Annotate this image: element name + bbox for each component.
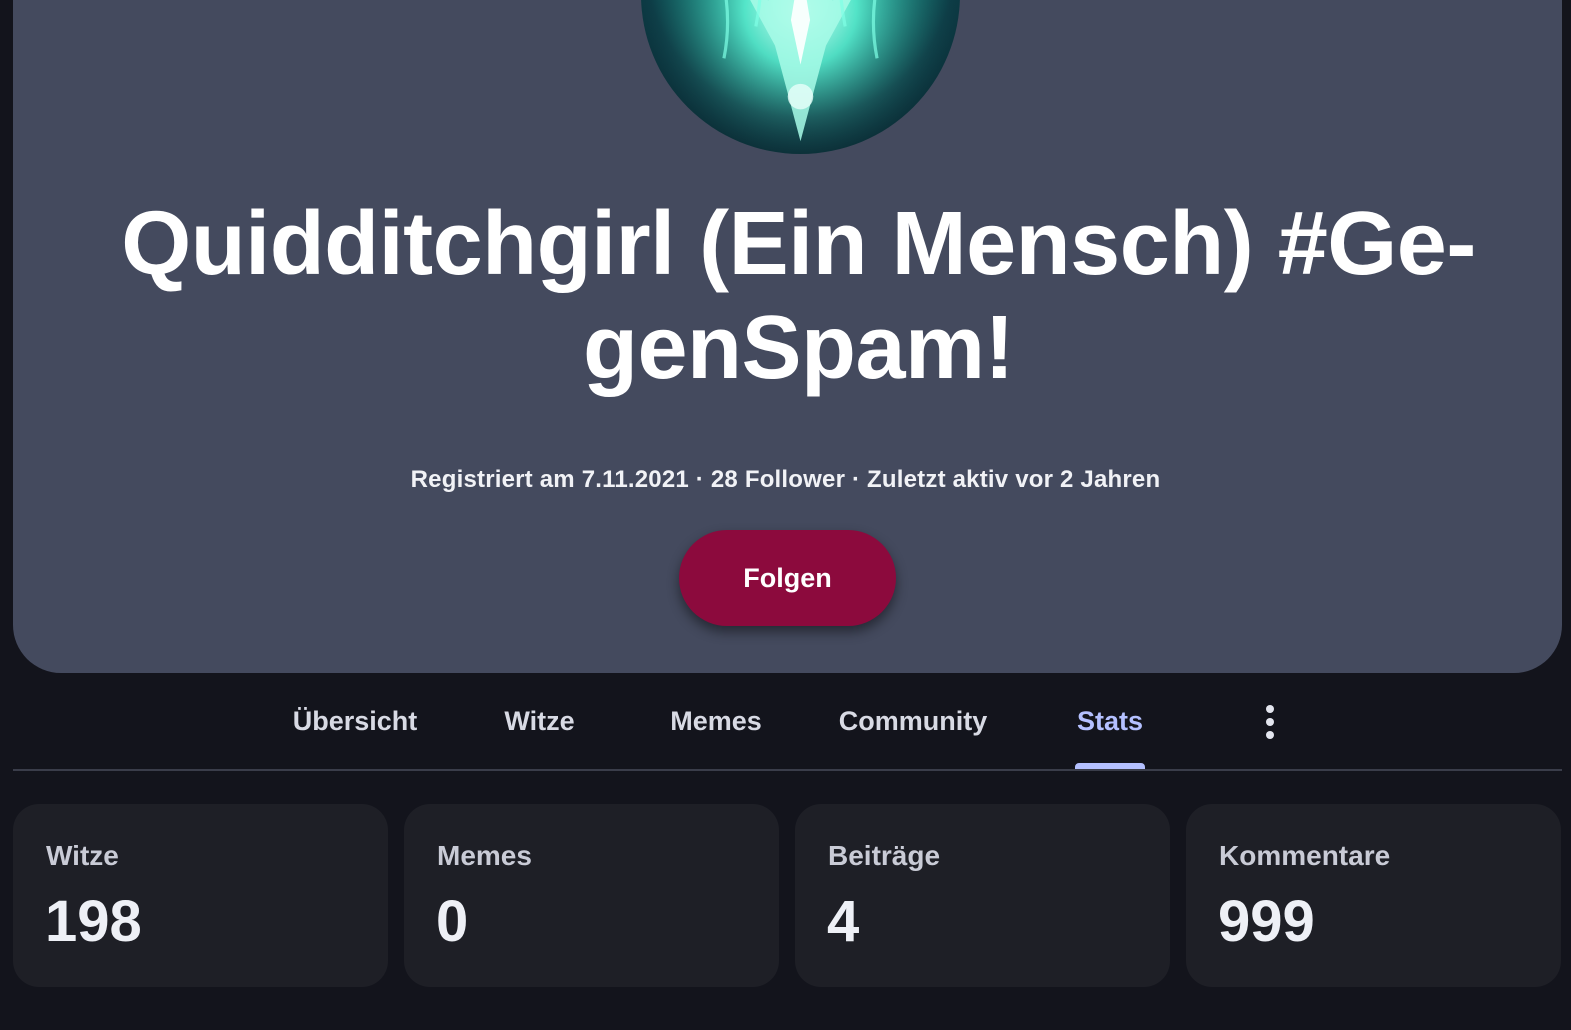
stat-card-beitraege: Beiträge 4 [795,804,1170,987]
wolf-avatar-icon [641,0,960,154]
profile-tabs: Übersicht Witze Memes Community Stats [13,673,1562,771]
active-tab-indicator [1075,763,1145,769]
stat-value: 198 [45,889,142,954]
profile-name: Quidditchgirl (Ein Mensch) #Ge-genSpam! [121,194,1476,398]
more-dot [1266,731,1274,739]
more-vertical-icon[interactable] [1245,697,1295,747]
profile-meta: Registriert am 7.11.2021 · 28 Follower ·… [410,466,1161,493]
tab-stats[interactable]: Stats [1065,673,1155,769]
more-dot [1266,718,1274,726]
tab-community[interactable]: Community [823,673,1003,769]
more-dot [1266,705,1274,713]
stat-label: Beiträge [828,840,941,871]
tab-memes[interactable]: Memes [653,673,779,769]
stat-label: Memes [437,840,532,871]
stat-card-memes: Memes 0 [404,804,779,987]
stat-value: 999 [1218,889,1315,954]
profile-page: Quidditchgirl (Ein Mensch) #Ge-genSpam! … [0,0,1571,1030]
tab-uebersicht[interactable]: Übersicht [275,673,435,769]
stat-card-witze: Witze 198 [13,804,388,987]
stat-label: Kommentare [1219,840,1391,871]
stat-label: Witze [46,840,119,871]
tab-witze[interactable]: Witze [487,673,592,769]
follow-button[interactable]: Folgen [679,530,896,626]
stat-value: 4 [827,889,860,954]
avatar[interactable] [641,0,960,154]
stat-value: 0 [436,889,469,954]
stat-card-kommentare: Kommentare 999 [1186,804,1561,987]
